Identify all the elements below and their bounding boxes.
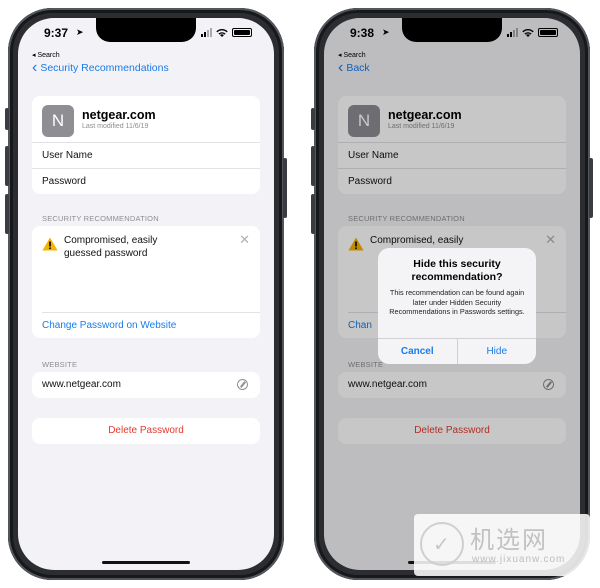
site-avatar: N — [42, 105, 74, 137]
watermark-url: www.jixuanw.com — [472, 554, 566, 565]
cancel-button[interactable]: Cancel — [378, 339, 458, 364]
recommendation-card: Compromised, easily guessed password ✕ C… — [32, 226, 260, 338]
right-phone: 9:38 ➤ ◂ Search ‹ Back N netgear.com Las… — [311, 8, 593, 580]
home-indicator[interactable] — [102, 561, 190, 564]
alert-buttons: Cancel Hide — [378, 338, 536, 364]
volume-up-button — [5, 146, 9, 186]
website-url: www.netgear.com — [42, 379, 121, 390]
left-screen: 9:37 ➤ ◂ Search ‹ Security Recommendatio… — [18, 18, 274, 570]
right-screen: 9:38 ➤ ◂ Search ‹ Back N netgear.com Las… — [324, 18, 580, 570]
location-arrow-icon: ➤ — [76, 27, 84, 37]
comparison-stage: 9:37 ➤ ◂ Search ‹ Security Recommendatio… — [0, 0, 600, 588]
alert-title-line1: Hide this security — [413, 258, 501, 270]
volume-down-button — [5, 194, 9, 234]
hide-button[interactable]: Hide — [458, 339, 537, 364]
recommendation-line2: guessed password — [64, 248, 148, 259]
mute-switch — [311, 108, 315, 130]
close-icon[interactable]: ✕ — [239, 232, 250, 248]
recommendation-text: Compromised, easily guessed password — [64, 234, 214, 260]
notch — [402, 18, 502, 42]
website-card: www.netgear.com — [32, 372, 260, 398]
watermark: ✓ 机选网 www.jixuanw.com — [414, 514, 590, 576]
credential-card: N netgear.com Last modified 11/6/19 User… — [32, 96, 260, 194]
delete-password-button[interactable]: Delete Password — [32, 418, 260, 444]
website-row[interactable]: www.netgear.com — [32, 372, 260, 398]
alert-title: Hide this security recommendation? — [378, 258, 536, 284]
password-row[interactable]: Password — [32, 168, 260, 194]
cellular-signal-icon — [201, 28, 212, 37]
mute-switch — [5, 108, 9, 130]
alert-message: This recommendation can be found again l… — [389, 288, 525, 316]
recommendation-line1: Compromised, easily — [64, 235, 158, 246]
website-section-header: WEBSITE — [42, 360, 78, 369]
back-button[interactable]: ‹ Security Recommendations — [32, 59, 169, 76]
site-name: netgear.com — [82, 108, 156, 122]
volume-up-button — [311, 146, 315, 186]
last-modified: Last modified 11/6/19 — [82, 123, 149, 130]
security-section-header: SECURITY RECOMMENDATION — [42, 214, 159, 223]
power-button — [589, 158, 593, 218]
warning-icon — [42, 237, 58, 251]
watermark-logo-icon: ✓ — [420, 522, 464, 566]
password-label: Password — [42, 176, 86, 187]
back-button-label: Security Recommendations — [40, 62, 169, 74]
alert-title-line2: recommendation? — [411, 271, 503, 283]
chevron-left-icon: ‹ — [32, 59, 38, 76]
battery-icon — [232, 28, 252, 37]
notch — [96, 18, 196, 42]
status-time: 9:37 — [44, 26, 69, 40]
wifi-icon — [216, 29, 228, 37]
hide-recommendation-alert: Hide this security recommendation? This … — [378, 248, 536, 364]
delete-card: Delete Password — [32, 418, 260, 444]
back-to-app-link[interactable]: ◂ Search — [32, 51, 60, 59]
power-button — [283, 158, 287, 218]
change-password-link[interactable]: Change Password on Website — [42, 312, 260, 338]
username-row[interactable]: User Name — [32, 142, 260, 168]
left-phone: 9:37 ➤ ◂ Search ‹ Security Recommendatio… — [5, 8, 287, 580]
compass-icon[interactable] — [237, 379, 248, 390]
site-header: N netgear.com Last modified 11/6/19 — [32, 96, 260, 142]
username-label: User Name — [42, 150, 93, 161]
volume-down-button — [311, 194, 315, 234]
watermark-title: 机选网 — [470, 526, 548, 554]
